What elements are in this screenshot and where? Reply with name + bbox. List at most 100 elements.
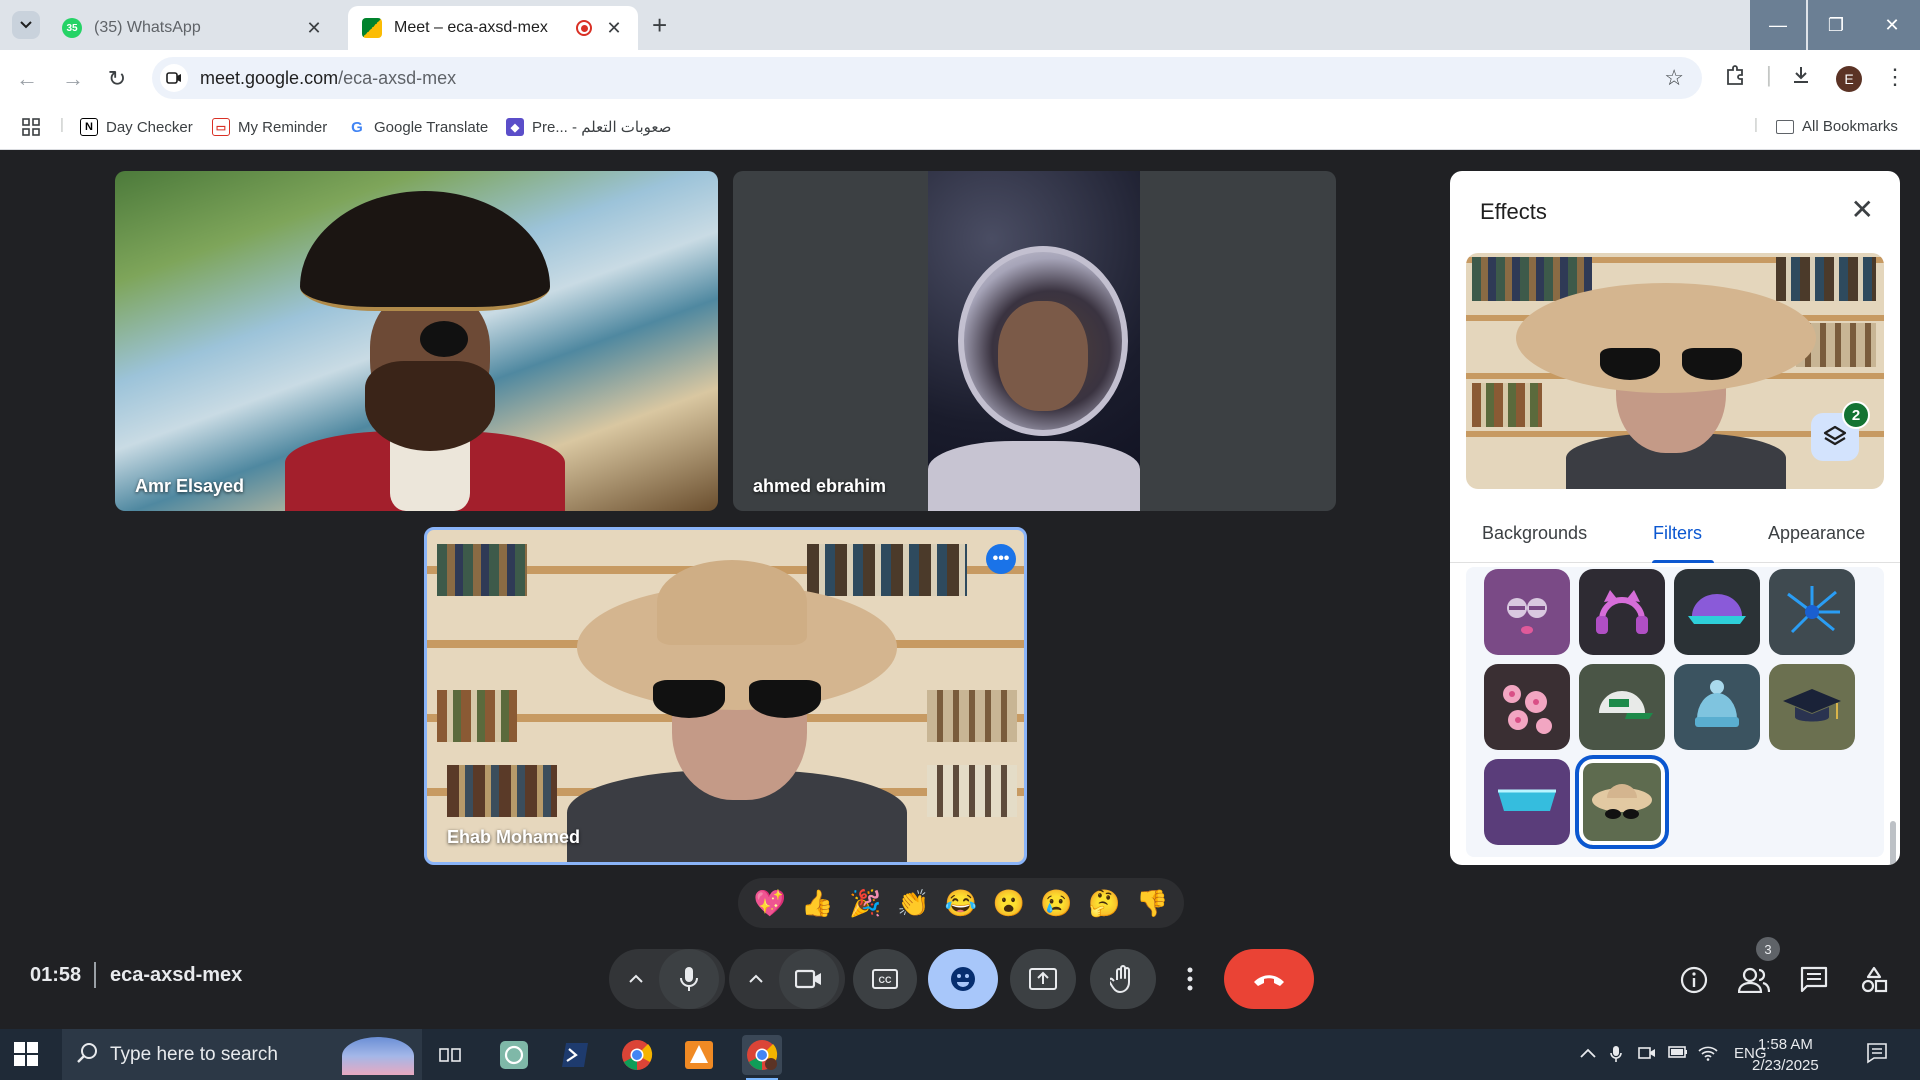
effects-button[interactable] bbox=[928, 949, 998, 1009]
close-tab-icon[interactable]: ✕ bbox=[604, 18, 624, 39]
chat-button[interactable] bbox=[1797, 963, 1831, 997]
present-screen-button[interactable] bbox=[1010, 949, 1076, 1009]
close-tab-icon[interactable]: ✕ bbox=[304, 18, 324, 39]
reaction-thumbs-up[interactable]: 👍 bbox=[801, 888, 833, 919]
back-button[interactable]: ← bbox=[12, 64, 42, 94]
all-bookmarks-button[interactable]: All Bookmarks bbox=[1776, 118, 1898, 135]
battery-icon[interactable] bbox=[1668, 1045, 1688, 1062]
chrome-profile-app-icon[interactable] bbox=[742, 1035, 782, 1080]
cherry-blossom-icon bbox=[1503, 685, 1552, 734]
camera-button[interactable] bbox=[779, 949, 839, 1009]
windows-start-icon[interactable] bbox=[14, 1042, 38, 1066]
filter-beanie[interactable] bbox=[1674, 664, 1760, 750]
participant-tile-ahmed-ebrahim[interactable]: ahmed ebrahim bbox=[733, 171, 1336, 511]
more-options-button[interactable] bbox=[1167, 949, 1213, 1009]
reaction-party[interactable]: 🎉 bbox=[849, 888, 881, 919]
chevron-down-icon bbox=[20, 21, 32, 29]
close-icon[interactable]: ✕ bbox=[1851, 193, 1874, 226]
profile-avatar[interactable]: E bbox=[1836, 66, 1862, 92]
download-icon[interactable] bbox=[1790, 64, 1812, 92]
active-tab-indicator bbox=[1652, 560, 1714, 563]
tab-backgrounds[interactable]: Backgrounds bbox=[1482, 523, 1587, 544]
powershell-app-icon[interactable] bbox=[555, 1035, 595, 1075]
audio-settings-button[interactable] bbox=[611, 949, 661, 1009]
captions-button[interactable]: CC bbox=[853, 949, 917, 1009]
filter-neon-cap[interactable] bbox=[1674, 569, 1760, 655]
system-clock[interactable]: 1:58 AM 2/23/2025 bbox=[1752, 1034, 1819, 1076]
participant-tile-self[interactable]: ••• Ehab Mohamed bbox=[424, 527, 1027, 865]
apps-grid-icon[interactable] bbox=[22, 118, 40, 136]
activities-button[interactable] bbox=[1857, 963, 1891, 997]
filter-cat-headphones[interactable] bbox=[1579, 569, 1665, 655]
minimize-button[interactable]: — bbox=[1750, 0, 1806, 50]
people-button[interactable] bbox=[1737, 963, 1771, 997]
filter-purple-face[interactable] bbox=[1484, 569, 1570, 655]
forward-button[interactable]: → bbox=[58, 64, 88, 94]
captions-icon: CC bbox=[872, 969, 898, 989]
microphone-tray-icon[interactable] bbox=[1610, 1045, 1622, 1067]
mic-button[interactable] bbox=[659, 949, 719, 1009]
tab-search-button[interactable] bbox=[12, 11, 40, 39]
task-view-icon[interactable] bbox=[430, 1035, 470, 1075]
taskbar-search-box[interactable]: Type here to search bbox=[62, 1029, 422, 1080]
tab-title: Meet – eca-axsd-mex bbox=[394, 19, 548, 36]
notion-icon: N bbox=[80, 118, 98, 136]
tab-filters[interactable]: Filters bbox=[1653, 523, 1702, 544]
people-icon bbox=[1738, 967, 1770, 993]
windows-taskbar: Type here to search ENG 1:58 AM 2/23/202… bbox=[0, 1029, 1920, 1080]
filter-cherry-blossom[interactable] bbox=[1484, 664, 1570, 750]
reaction-sparkling-heart[interactable]: 💖 bbox=[753, 888, 785, 919]
reload-button[interactable]: ↻ bbox=[102, 64, 132, 94]
bookmark-day-checker[interactable]: N Day Checker bbox=[80, 118, 193, 136]
clock-date: 2/23/2025 bbox=[1752, 1057, 1819, 1074]
meet-stage: Amr Elsayed ahmed ebrahim ••• Ehab Moham… bbox=[0, 151, 1920, 1029]
notifications-icon[interactable] bbox=[1866, 1042, 1888, 1068]
reaction-surprised[interactable]: 😮 bbox=[993, 888, 1025, 919]
chrome-app-icon[interactable] bbox=[617, 1035, 657, 1075]
chatgpt-app-icon[interactable] bbox=[494, 1035, 534, 1075]
tab-meet[interactable]: Meet – eca-axsd-mex ✕ bbox=[348, 6, 638, 50]
restore-button[interactable]: ❐ bbox=[1808, 0, 1864, 50]
bookmarks-divider: | bbox=[60, 116, 64, 133]
menu-dots-icon[interactable]: ⋮ bbox=[1884, 64, 1906, 90]
filters-scrollbar[interactable] bbox=[1890, 821, 1896, 865]
bookmark-my-reminder[interactable]: ▭ My Reminder bbox=[212, 118, 327, 136]
participant-tile-amr-elsayed[interactable]: Amr Elsayed bbox=[115, 171, 718, 511]
filter-cyber-visor[interactable] bbox=[1484, 759, 1570, 845]
show-hidden-icons[interactable] bbox=[1580, 1045, 1596, 1062]
reaction-clap[interactable]: 👏 bbox=[897, 888, 929, 919]
reaction-thumbs-down[interactable]: 👎 bbox=[1136, 888, 1168, 919]
filter-sun-hat[interactable] bbox=[1575, 755, 1669, 849]
reaction-laugh[interactable]: 😂 bbox=[945, 888, 977, 919]
cat-headphones-icon bbox=[1596, 590, 1648, 634]
tab-whatsapp[interactable]: 35 (35) WhatsApp ✕ bbox=[48, 6, 338, 50]
address-bar[interactable]: meet.google.com/eca-axsd-mex ☆ bbox=[152, 57, 1702, 99]
close-window-button[interactable]: ✕ bbox=[1864, 0, 1920, 50]
meeting-details-button[interactable] bbox=[1677, 963, 1711, 997]
bookshelf-books bbox=[437, 544, 527, 596]
wifi-icon[interactable] bbox=[1698, 1045, 1718, 1065]
tile-more-options-button[interactable]: ••• bbox=[986, 544, 1016, 574]
reaction-thinking[interactable]: 🤔 bbox=[1088, 888, 1120, 919]
filter-graduation-cap[interactable] bbox=[1769, 664, 1855, 750]
raise-hand-button[interactable] bbox=[1090, 949, 1156, 1009]
filter-blue-splash[interactable] bbox=[1769, 569, 1855, 655]
participant-name: ahmed ebrahim bbox=[753, 476, 887, 496]
reaction-sad[interactable]: 😢 bbox=[1040, 888, 1072, 919]
sublime-app-icon[interactable] bbox=[679, 1035, 719, 1075]
bookmark-star-icon[interactable]: ☆ bbox=[1664, 65, 1684, 91]
tab-appearance[interactable]: Appearance bbox=[1768, 523, 1865, 544]
clipboard-icon: ▭ bbox=[212, 118, 230, 136]
self-video bbox=[547, 560, 927, 862]
new-tab-button[interactable]: + bbox=[652, 10, 667, 41]
site-info-icon[interactable] bbox=[160, 64, 188, 92]
filter-baseball-cap[interactable] bbox=[1579, 664, 1665, 750]
neon-cap-icon bbox=[1688, 594, 1746, 624]
bookmark-google-translate[interactable]: G Google Translate bbox=[348, 118, 488, 136]
extensions-icon[interactable] bbox=[1724, 64, 1746, 92]
more-vert-icon bbox=[1187, 967, 1193, 991]
bookmark-learning[interactable]: ◆ Pre... - صعوبات التعلم bbox=[506, 118, 671, 136]
video-settings-button[interactable] bbox=[731, 949, 781, 1009]
camera-tray-icon[interactable] bbox=[1638, 1045, 1656, 1065]
leave-call-button[interactable] bbox=[1224, 949, 1314, 1009]
